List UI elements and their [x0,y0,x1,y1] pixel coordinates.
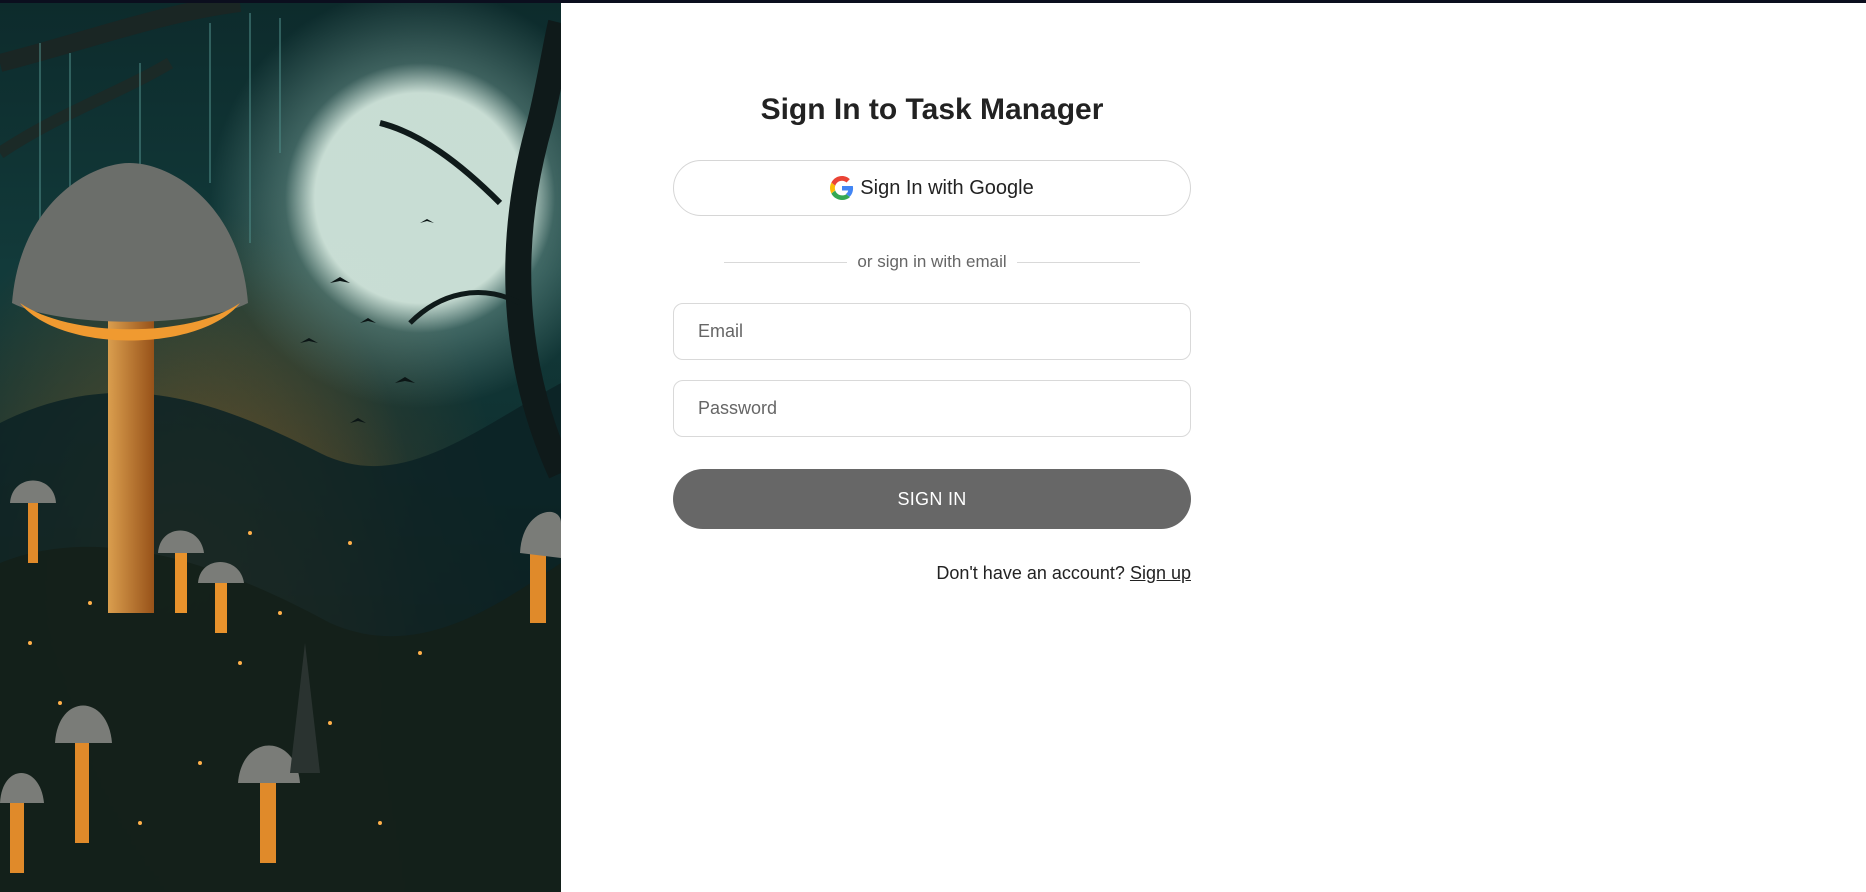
google-signin-label: Sign In with Google [860,176,1034,199]
divider-text: or sign in with email [857,252,1007,271]
google-logo-icon [830,176,854,200]
mushroom-forest-artwork [0,3,561,892]
page-title: Sign In to Task Manager [760,93,1104,126]
signup-link[interactable]: Sign up [1130,563,1191,583]
signup-prompt: Don't have an account? [936,563,1125,583]
divider-line-right [1016,261,1140,263]
signin-button[interactable]: SIGN IN [673,469,1191,529]
signup-prompt-row: Don't have an account? Sign up [673,563,1191,584]
email-divider: or sign in with email [673,250,1191,274]
divider-line-left [724,261,848,263]
fantasy-forest-illustration [0,3,561,892]
email-input[interactable] [673,303,1191,360]
signin-form: Sign In to Task Manager Sign In with Goo… [673,88,1191,584]
google-signin-button[interactable]: Sign In with Google [673,160,1191,216]
password-input[interactable] [673,380,1191,437]
